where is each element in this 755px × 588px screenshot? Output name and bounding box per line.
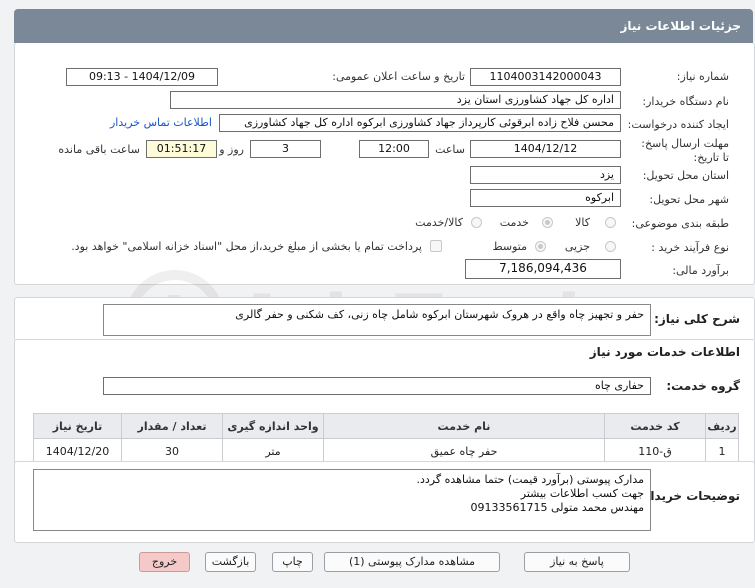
requester-field: محسن فلاح زاده ابرقوئی کارپرداز جهاد کشا… <box>219 114 621 132</box>
cell-service-name: حفر چاه عمیق <box>323 438 605 464</box>
services-info-heading: اطلاعات خدمات مورد نیاز <box>589 345 740 359</box>
notes-line-2: جهت کسب اطلاعات بیشتر <box>520 487 644 500</box>
announce-datetime-label: تاریخ و ساعت اعلان عمومی: <box>332 70 465 83</box>
category-radio-service[interactable] <box>542 217 553 228</box>
services-table: ردیف کد خدمت نام خدمت واحد اندازه گیری ت… <box>33 413 739 464</box>
requester-label: ایجاد کننده درخواست: <box>627 118 729 131</box>
col-service-name: نام خدمت <box>323 413 605 439</box>
need-number-label: شماره نیاز: <box>676 70 729 83</box>
category-option-goods-service: کالا/خدمت <box>415 216 463 229</box>
buyer-notes-label: توضیحات خریدار: <box>638 489 740 503</box>
need-number-field: 1104003142000043 <box>470 68 621 86</box>
page-header: جزئیات اطلاعات نیاز <box>14 9 753 43</box>
general-desc-label: شرح کلی نیاز: <box>654 312 740 326</box>
notes-line-1: مدارک پیوستی (برآورد قیمت) حتما مشاهده گ… <box>416 473 644 486</box>
treasury-payment-checkbox[interactable] <box>430 240 442 252</box>
cell-unit: متر <box>222 438 324 464</box>
process-option-minor: جزیی <box>564 240 590 253</box>
table-header-row: ردیف کد خدمت نام خدمت واحد اندازه گیری ت… <box>33 413 739 439</box>
col-row-number: ردیف <box>705 413 739 439</box>
estimate-label: برآورد مالی: <box>672 264 729 277</box>
days-field: 3 <box>250 140 321 158</box>
col-need-date: تاریخ نیاز <box>33 413 122 439</box>
buyer-org-field: اداره کل جهاد کشاورزی استان یزد <box>170 91 621 109</box>
print-button[interactable]: چاپ <box>272 552 313 572</box>
page-title: جزئیات اطلاعات نیاز <box>620 19 741 33</box>
process-radio-medium[interactable] <box>535 241 546 252</box>
deadline-time-field: 12:00 <box>359 140 429 158</box>
province-field: یزد <box>470 166 621 184</box>
treasury-payment-note: پرداخت تمام یا بخشی از مبلغ خرید،از محل … <box>71 240 422 253</box>
col-quantity: تعداد / مقدار <box>121 413 223 439</box>
city-field: ابرکوه <box>470 189 621 207</box>
cell-quantity: 30 <box>121 438 223 464</box>
service-group-field: حفاری چاه <box>103 377 651 395</box>
deadline-label: مهلت ارسال پاسخ: تا تاریخ: <box>641 137 729 164</box>
exit-button[interactable]: خروج <box>139 552 190 572</box>
buyer-notes-field: مدارک پیوستی (برآورد قیمت) حتما مشاهده گ… <box>33 469 651 531</box>
cell-service-code: ق-110 <box>604 438 706 464</box>
city-label: شهر محل تحویل: <box>649 193 729 206</box>
reply-button[interactable]: پاسخ به نیاز <box>524 552 630 572</box>
back-button[interactable]: بازگشت <box>205 552 256 572</box>
category-radio-goods[interactable] <box>605 217 616 228</box>
days-label: روز و <box>219 143 244 156</box>
announce-datetime-field: 1404/12/09 - 09:13 <box>66 68 218 86</box>
notes-line-3: مهندس محمد متولی 09133561715 <box>470 501 645 514</box>
category-option-goods: کالا <box>575 216 590 229</box>
col-service-code: کد خدمت <box>604 413 706 439</box>
buyer-contact-link[interactable]: اطلاعات تماس خریدار <box>110 116 212 129</box>
deadline-time-label: ساعت <box>435 143 465 156</box>
cell-row-number: 1 <box>705 438 739 464</box>
remaining-time-field: 01:51:17 <box>146 140 217 158</box>
table-row: 1 ق-110 حفر چاه عمیق متر 30 1404/12/20 <box>33 438 739 464</box>
view-attachments-button[interactable]: مشاهده مدارک پیوستی (1) <box>324 552 500 572</box>
process-option-medium: متوسط <box>492 240 527 253</box>
cell-need-date: 1404/12/20 <box>33 438 122 464</box>
process-radio-minor[interactable] <box>605 241 616 252</box>
buyer-org-label: نام دستگاه خریدار: <box>642 95 729 108</box>
col-unit: واحد اندازه گیری <box>222 413 324 439</box>
category-label: طبقه بندی موضوعی: <box>631 217 729 230</box>
category-radio-goods-service[interactable] <box>471 217 482 228</box>
remaining-time-label: ساعت باقی مانده <box>58 143 140 156</box>
general-desc-field: حفر و تجهیز چاه واقع در هروک شهرستان ابر… <box>103 304 651 336</box>
category-option-service: خدمت <box>499 216 529 229</box>
estimate-field: 7,186,094,436 <box>465 259 621 279</box>
service-group-label: گروه خدمت: <box>666 379 740 393</box>
province-label: استان محل تحویل: <box>642 169 729 182</box>
process-label: نوع فرآیند خرید : <box>651 241 729 254</box>
deadline-date-field: 1404/12/12 <box>470 140 621 158</box>
